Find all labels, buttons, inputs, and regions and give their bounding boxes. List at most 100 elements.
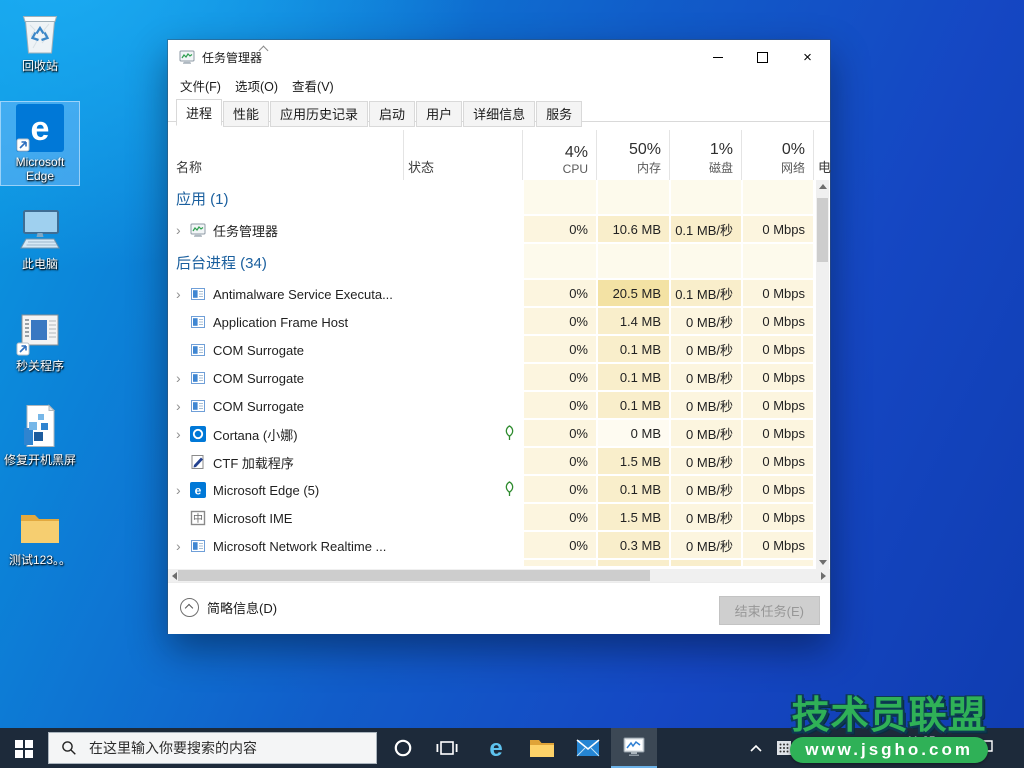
column-header-disk[interactable]: 1%磁盘 [669,130,741,180]
expand-chevron-icon[interactable]: › [176,426,190,442]
process-row[interactable]: ›COM Surrogate0%0.1 MB0 MB/秒0 Mbps [168,392,830,420]
process-name: Application Frame Host [213,315,348,330]
expand-chevron-icon[interactable]: › [176,482,190,498]
process-group-header[interactable]: 应用 (1) [168,180,830,216]
app-window-icon [190,286,206,302]
maximize-button[interactable] [740,40,785,74]
tab-进程[interactable]: 进程 [176,99,222,126]
suspended-leaf-icon [503,481,516,500]
process-name-cell: 中Microsoft IME [168,504,403,532]
cell-disk: 0 MB/秒 [669,392,741,420]
cell-net: 0 Mbps [741,216,813,244]
process-name-cell: ›Microsoft Network Realtime ... [168,532,403,560]
column-header-status[interactable]: 状态 [403,130,522,180]
header-percent: 50% [629,141,661,159]
task-manager-window: 任务管理器 × 文件(F)选项(O)查看(V) 进程性能应用历史记录启动用户详细… [168,40,830,633]
group-label: 后台进程 (34) [168,244,522,280]
cell-disk: 0 MB/秒 [669,336,741,364]
column-header-power-partial[interactable]: 电 [813,130,831,180]
taskbar-file-explorer-button[interactable] [519,728,565,768]
vertical-scrollbar-thumb[interactable] [817,198,828,262]
process-row[interactable]: CTF 加载程序0%1.5 MB0 MB/秒0 Mbps [168,448,830,476]
task-view-button[interactable] [427,728,467,768]
desktop-icon-fix-bootscreen[interactable]: 修复开机黑屏 [1,400,79,469]
cortana-button[interactable] [383,728,423,768]
scroll-down-arrow[interactable] [816,556,829,569]
taskbar-mail-button[interactable] [565,728,611,768]
cell-disk [669,244,741,280]
scroll-right-arrow[interactable] [817,569,830,582]
scroll-up-arrow[interactable] [816,180,829,193]
cell-mem: 1.5 MB [596,448,669,476]
tab-启动[interactable]: 启动 [369,101,415,127]
expand-chevron-icon[interactable]: › [176,286,190,302]
close-button[interactable]: × [785,40,830,74]
start-button[interactable] [0,728,48,768]
cell-mem [596,560,669,568]
header-metric-label: 磁盘 [709,159,733,176]
end-task-button[interactable]: 结束任务(E) [719,596,820,625]
tab-bar: 进程性能应用历史记录启动用户详细信息服务 [168,97,830,122]
fewer-details-toggle[interactable]: 简略信息(D) [180,598,277,617]
svg-text:中: 中 [193,512,203,525]
process-row[interactable]: COM Surrogate0%0.1 MB0 MB/秒0 Mbps [168,336,830,364]
vertical-scrollbar[interactable] [816,180,829,569]
process-name: Microsoft Edge (5) [213,483,319,498]
cortana-icon [190,426,206,442]
process-row[interactable]: ›COM Surrogate0%0.1 MB0 MB/秒0 Mbps [168,364,830,392]
cell-disk: 0 MB/秒 [669,476,741,504]
horizontal-scrollbar[interactable] [168,569,830,582]
tab-用户[interactable]: 用户 [416,101,462,127]
desktop-icon-this-pc[interactable]: 此电脑 [1,204,79,273]
minimize-button[interactable] [695,40,740,74]
column-header-name[interactable]: 名称 [168,130,403,180]
expand-chevron-icon[interactable]: › [176,370,190,386]
cell-mem: 1.5 MB [596,504,669,532]
horizontal-scrollbar-thumb[interactable] [178,570,650,581]
process-row[interactable]: ›Cortana (小娜)0%0 MB0 MB/秒0 Mbps [168,420,830,448]
menu-item-1[interactable]: 选项(O) [228,74,285,97]
header-metric-label: 网络 [781,159,805,176]
process-row[interactable]: ›任务管理器0%10.6 MB0.1 MB/秒0 Mbps [168,216,830,244]
column-header-cpu[interactable]: 4%CPU [522,130,596,180]
cell-mem: 0.3 MB [596,532,669,560]
tray-show-hidden-icons-button[interactable] [744,728,768,768]
tab-详细信息[interactable]: 详细信息 [463,101,535,127]
process-row[interactable]: 中Microsoft IME0%1.5 MB0 MB/秒0 Mbps [168,504,830,532]
cell-net: 0 Mbps [741,532,813,560]
menu-item-0[interactable]: 文件(F) [173,74,228,97]
maximize-icon [757,52,768,63]
tab-应用历史记录[interactable]: 应用历史记录 [270,101,368,127]
process-row[interactable]: ›eMicrosoft Edge (5)0%0.1 MB0 MB/秒0 Mbps [168,476,830,504]
desktop-icon-edge[interactable]: eMicrosoft Edge [1,102,79,185]
menu-item-2[interactable]: 查看(V) [285,74,341,97]
process-row[interactable]: ›Microsoft Network Realtime ...0%0.3 MB0… [168,532,830,560]
process-group-header[interactable]: 后台进程 (34) [168,244,830,280]
column-header-memory[interactable]: 50%内存 [596,130,669,180]
process-row[interactable]: ›Antimalware Service Executa...0%20.5 MB… [168,280,830,308]
desktop-icon-recycle-bin[interactable]: 回收站 [1,6,79,75]
expand-chevron-icon[interactable]: › [176,222,190,238]
process-row[interactable]: Application Frame Host0%1.4 MB0 MB/秒0 Mb… [168,308,830,336]
process-name-cell: CTF 加载程序 [168,448,403,476]
mail-icon [576,738,600,758]
tab-性能[interactable]: 性能 [223,101,269,127]
taskbar-task-manager-button[interactable] [611,728,657,768]
desktop-icon-quick-close[interactable]: 秒关程序 [1,306,79,375]
expand-chevron-icon[interactable]: › [176,398,190,414]
process-status-cell [403,504,522,532]
search-input[interactable] [87,739,361,757]
cell-cpu: 0% [522,216,596,244]
svg-text:e: e [195,484,202,498]
desktop-icon-test-folder[interactable]: 测试123。。 [1,500,79,569]
cell-disk: 0.1 MB/秒 [669,280,741,308]
cell-disk: 0 MB/秒 [669,420,741,448]
cell-net: 0 Mbps [741,308,813,336]
column-header-network[interactable]: 0%网络 [741,130,813,180]
tab-服务[interactable]: 服务 [536,101,582,127]
taskbar-search-box[interactable] [48,732,377,764]
taskbar-edge-button[interactable]: e [473,728,519,768]
cell-mem: 1.4 MB [596,308,669,336]
expand-chevron-icon[interactable]: › [176,538,190,554]
process-status-cell [403,308,522,336]
